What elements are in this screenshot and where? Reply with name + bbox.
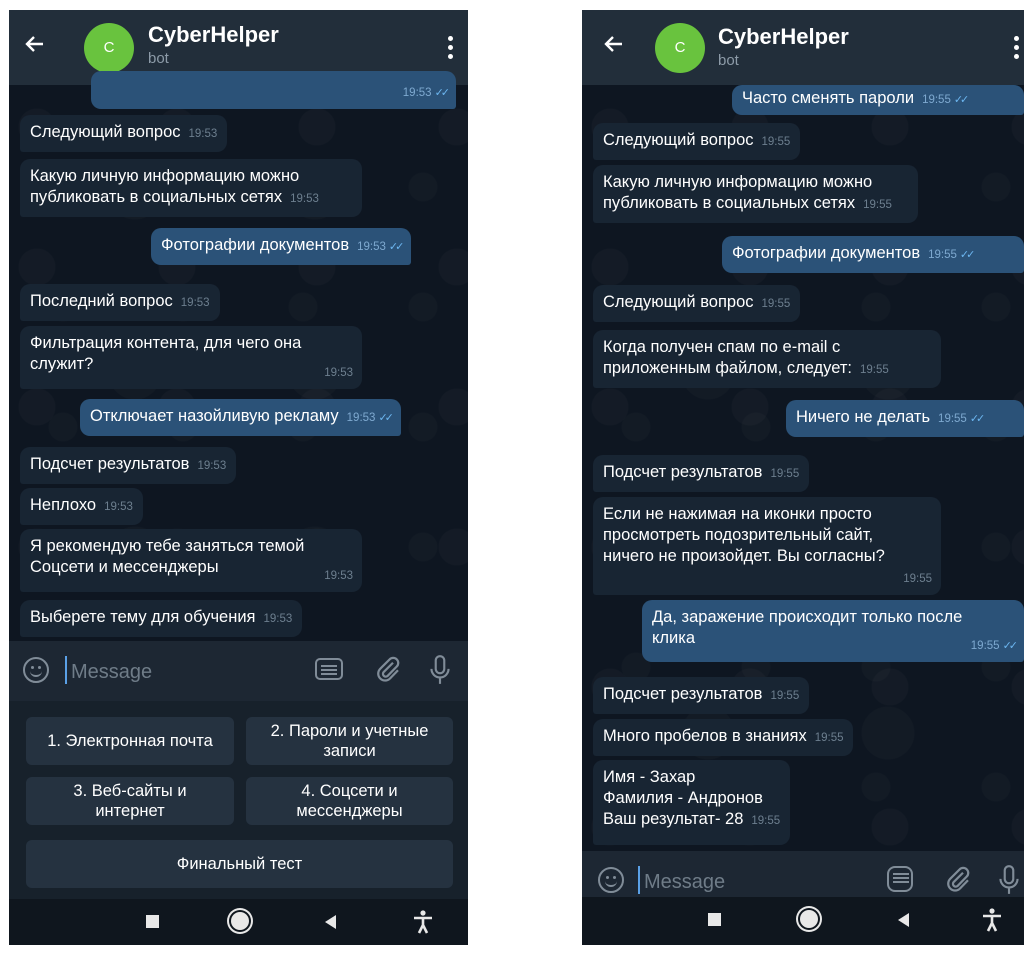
arrow-left-icon[interactable] <box>23 32 47 56</box>
stop-square-icon[interactable] <box>708 913 721 926</box>
back-triangle-icon[interactable] <box>898 913 909 927</box>
chat-header: C CyberHelper bot <box>582 10 1024 85</box>
double-check-icon: ✓✓ <box>953 94 970 106</box>
topic-button-passwords[interactable]: 2. Пароли и учетные записи <box>246 717 453 765</box>
bot-keyboard-icon[interactable] <box>315 658 343 680</box>
message-bubble-outgoing[interactable]: Фотографии документов 19:55 ✓✓ <box>722 236 1024 273</box>
message-bubble-incoming[interactable]: Если не нажимая на иконки просто просмот… <box>593 497 941 595</box>
message-bubble-incoming[interactable]: Я рекомендую тебе заняться темой Соцсети… <box>20 529 362 592</box>
accessibility-icon[interactable] <box>411 909 435 935</box>
arrow-left-icon[interactable] <box>602 32 626 56</box>
message-bubble-incoming[interactable]: Имя - Захар Фамилия - Андронов Ваш резул… <box>593 760 791 845</box>
text-caret <box>638 866 640 894</box>
message-bubble-outgoing[interactable]: Ничего не делать 19:55 ✓✓ <box>786 400 1024 437</box>
system-nav-bar <box>582 897 1024 945</box>
message-bubble-outgoing[interactable]: 19:53 ✓✓ <box>91 71 456 109</box>
final-test-button[interactable]: Финальный тест <box>26 840 453 888</box>
message-bubble-incoming[interactable]: Последний вопрос 19:53 <box>20 284 220 321</box>
avatar[interactable]: C <box>655 23 705 73</box>
topic-button-websites[interactable]: 3. Веб-сайты и интернет <box>26 777 234 825</box>
left-screen: C CyberHelper bot 19:53 ✓✓ Следующий вопр… <box>9 10 468 945</box>
topic-button-social[interactable]: 4. Соцсети и мессенджеры <box>246 777 453 825</box>
back-triangle-icon[interactable] <box>325 915 336 929</box>
message-bubble-incoming[interactable]: Подсчет результатов 19:55 <box>593 677 810 714</box>
double-check-icon: ✓✓ <box>969 413 986 425</box>
paperclip-icon[interactable] <box>943 864 973 894</box>
chat-subtitle: bot <box>718 52 739 69</box>
message-bubble-outgoing[interactable]: Отключает назойливую рекламу 19:53 ✓✓ <box>80 399 401 436</box>
stop-square-icon[interactable] <box>146 915 159 928</box>
message-bubble-incoming[interactable]: Неплохо 19:53 <box>20 488 143 525</box>
message-bubble-incoming[interactable]: Следующий вопрос 19:53 <box>20 115 228 152</box>
double-check-icon: ✓✓ <box>959 249 976 261</box>
message-bubble-incoming[interactable]: Следующий вопрос 19:55 <box>593 285 801 322</box>
avatar[interactable]: C <box>84 23 134 73</box>
more-vert-icon[interactable] <box>1014 36 1020 59</box>
accessibility-icon[interactable] <box>980 907 1004 933</box>
message-bubble-incoming[interactable]: Когда получен спам по e-mail с приложенн… <box>593 330 941 388</box>
system-nav-bar <box>9 899 468 945</box>
message-input[interactable] <box>69 651 253 693</box>
home-circle-icon[interactable] <box>231 912 249 930</box>
paperclip-icon[interactable] <box>373 654 403 684</box>
message-list[interactable]: Часто сменять пароли 19:55 ✓✓ Следующий во… <box>582 85 1024 851</box>
message-bubble-incoming[interactable]: Подсчет результатов 19:55 <box>593 455 810 492</box>
double-check-icon: ✓✓ <box>388 241 405 253</box>
chat-subtitle: bot <box>148 50 169 67</box>
bot-keyboard-icon[interactable] <box>887 866 913 892</box>
topic-button-email[interactable]: 1. Электронная почта <box>26 717 234 765</box>
message-bubble-incoming[interactable]: Выберете тему для обучения 19:53 <box>20 600 303 637</box>
message-bubble-incoming[interactable]: Подсчет результатов 19:53 <box>20 447 237 484</box>
home-circle-icon[interactable] <box>800 910 818 928</box>
message-bubble-outgoing[interactable]: Фотографии документов 19:53 ✓✓ <box>151 228 412 265</box>
text-caret <box>65 656 67 684</box>
message-bubble-outgoing[interactable]: Часто сменять пароли 19:55 ✓✓ <box>732 85 1024 115</box>
message-bubble-incoming[interactable]: Следующий вопрос 19:55 <box>593 123 801 160</box>
bot-reply-keyboard: 1. Электронная почта 2. Пароли и учетные… <box>9 701 468 899</box>
emoji-icon[interactable] <box>23 657 49 683</box>
message-bubble-outgoing[interactable]: Да, заражение происходит только после кл… <box>642 600 1024 662</box>
microphone-icon[interactable] <box>998 864 1020 896</box>
message-bubble-incoming[interactable]: Какую личную информацию можно публиковат… <box>593 165 918 223</box>
double-check-icon: ✓✓ <box>1002 640 1019 652</box>
more-vert-icon[interactable] <box>448 36 454 59</box>
composer <box>9 641 468 701</box>
chat-title[interactable]: CyberHelper <box>718 24 849 50</box>
chat-title[interactable]: CyberHelper <box>148 22 279 48</box>
right-screen: C CyberHelper bot Часто сменять пароли 19… <box>582 10 1024 945</box>
message-bubble-incoming[interactable]: Какую личную информацию можно публиковат… <box>20 159 362 217</box>
microphone-icon[interactable] <box>429 654 451 686</box>
message-bubble-incoming[interactable]: Много пробелов в знаниях 19:55 <box>593 719 854 756</box>
message-bubble-incoming[interactable]: Фильтрация контента, для чего она служит… <box>20 326 362 389</box>
emoji-icon[interactable] <box>598 867 624 893</box>
message-list[interactable]: 19:53 ✓✓ Следующий вопрос 19:53 Какую личн… <box>9 71 468 641</box>
double-check-icon: ✓✓ <box>378 412 394 424</box>
double-check-icon: ✓✓ <box>434 87 451 99</box>
